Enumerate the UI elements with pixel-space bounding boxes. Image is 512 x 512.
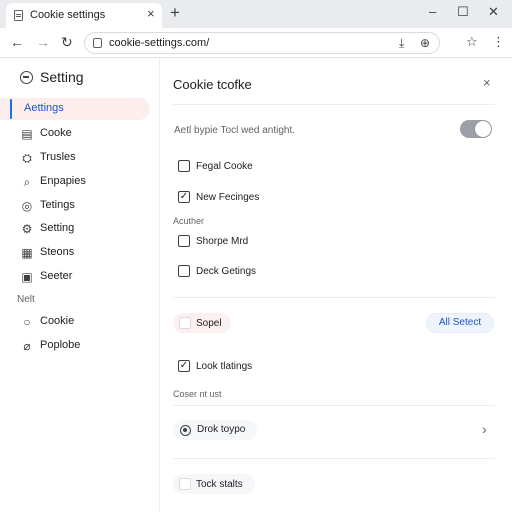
search-icon: ⌕ — [23, 175, 31, 189]
look-tlatings-checkbox[interactable]: ✓ — [178, 360, 190, 372]
site-info-icon[interactable] — [93, 38, 102, 48]
tab-strip: Cookie settings × + – ☐ ✕ — [0, 0, 512, 28]
trust-gear-icon: ⛭ — [22, 151, 32, 165]
back-arrow-icon[interactable]: ← — [10, 33, 24, 51]
drok-toypo-label: Drok toypo — [197, 424, 246, 435]
sopel-label: Sopel — [196, 318, 222, 329]
drok-toypo-radio[interactable] — [180, 425, 191, 436]
panel-title: Cookie tcofke — [173, 77, 252, 92]
sidebar-title: Setting — [40, 69, 84, 85]
deck-getings-checkbox[interactable] — [178, 265, 190, 277]
tab-cookie-settings[interactable]: Cookie settings × — [6, 3, 162, 28]
toggle-knob — [475, 121, 491, 137]
sidebar-item-label: Seeter — [40, 270, 73, 282]
close-window-icon[interactable]: ✕ — [488, 5, 499, 19]
deck-getings-label: Deck Getings — [196, 266, 257, 277]
circle-icon: ○ — [23, 315, 31, 329]
forward-arrow-icon[interactable]: → — [36, 33, 50, 51]
setting-description: Aetl bypie Tocl wed antight. — [174, 125, 296, 136]
divider — [173, 104, 495, 105]
minimize-icon[interactable]: – — [429, 5, 436, 19]
section-label-acuther: Acuther — [173, 216, 205, 226]
sidebar-item-trusles[interactable]: ⛭ Trusles — [0, 147, 150, 169]
sidebar-item-poplobe[interactable]: ⌀ Poplobe — [0, 335, 150, 357]
sidebar-item-steons[interactable]: ▦ Steons — [0, 242, 150, 264]
new-fecinges-checkbox[interactable]: ✓ — [178, 191, 190, 203]
sidebar-item-cookie[interactable]: ○ Cookie — [0, 311, 150, 333]
new-fecinges-label: New Fecinges — [196, 192, 260, 203]
sidebar-item-label: Setting — [40, 222, 75, 234]
browser-toolbar: ← → ↻ cookie-settings.com/ ⤓ ⊕ ☆ ⋮ — [0, 28, 512, 58]
sidebar-item-label: Aettings — [24, 102, 64, 114]
download-icon[interactable]: ⤓ — [399, 35, 404, 51]
gear-icon: ⚙ — [21, 222, 33, 236]
description-toggle[interactable] — [460, 120, 492, 138]
close-tab-icon[interactable]: × — [147, 7, 155, 21]
cookie-settings-panel: Cookie tcofke × Aetl bypie Tocl wed anti… — [161, 58, 512, 512]
new-tab-icon[interactable]: + — [170, 3, 180, 23]
maximize-icon[interactable]: ☐ — [457, 5, 469, 19]
tock-stalts-checkbox[interactable] — [179, 478, 191, 490]
cookie-list-icon: ▤ — [21, 127, 33, 141]
tock-stalts-row[interactable]: Tock stalts — [173, 474, 255, 494]
shorpe-mrd-label: Shorpe Mrd — [196, 236, 249, 247]
divider — [173, 297, 495, 298]
grid-icon: ▦ — [21, 246, 33, 260]
divider — [173, 458, 495, 459]
address-bar[interactable]: cookie-settings.com/ ⤓ ⊕ — [84, 32, 440, 54]
sidebar-item-label: Steons — [40, 246, 75, 258]
fegal-cooke-label: Fegal Cooke — [196, 161, 253, 172]
divider — [173, 405, 495, 406]
tab-title: Cookie settings — [30, 9, 106, 21]
close-icon[interactable]: × — [483, 75, 491, 91]
sidebar-item-aettings[interactable]: Aettings — [0, 98, 150, 120]
page-icon — [14, 10, 23, 21]
tock-stalts-label: Tock stalts — [196, 479, 243, 490]
popup-icon: ⌀ — [23, 339, 31, 353]
url-text[interactable]: cookie-settings.com/ — [109, 37, 209, 49]
sidebar-item-label: Cookie — [40, 315, 75, 327]
settings-logo-icon — [20, 71, 33, 84]
sopel-checkbox[interactable] — [179, 317, 191, 329]
fegal-cooke-checkbox[interactable] — [178, 160, 190, 172]
chevron-right-icon[interactable]: › — [482, 421, 487, 437]
sidebar-item-enpapies[interactable]: ⌕ Enpapies — [0, 171, 150, 193]
look-tlatings-label: Look tlatings — [196, 361, 253, 372]
menu-dots-icon[interactable]: ⋮ — [492, 34, 505, 50]
sidebar-item-tetings[interactable]: ◎ Tetings — [0, 195, 150, 217]
section-label-coser: Coser nt ust — [173, 389, 222, 399]
shorpe-mrd-checkbox[interactable] — [178, 235, 190, 247]
target-icon: ◎ — [21, 199, 33, 213]
extension-icon[interactable]: ⊕ — [420, 35, 430, 51]
sidebar-item-cooke[interactable]: ▤ Cooke — [0, 123, 150, 145]
sidebar-section-label: Nelt — [17, 294, 35, 305]
all-select-button[interactable]: All Setect — [426, 313, 494, 333]
sidebar-item-label: Trusles — [40, 151, 76, 163]
sopel-chip[interactable]: Sopel — [173, 313, 231, 333]
sidebar-item-label: Enpapies — [40, 175, 86, 187]
box-icon: ▣ — [21, 270, 33, 284]
sidebar-item-seeter[interactable]: ▣ Seeter — [0, 266, 150, 288]
reload-icon[interactable]: ↻ — [61, 33, 73, 51]
settings-sidebar: Setting Aettings ▤ Cooke ⛭ Trusles ⌕ Enp… — [0, 58, 160, 512]
sidebar-item-setting[interactable]: ⚙ Setting — [0, 218, 150, 240]
bookmark-star-icon[interactable]: ☆ — [466, 34, 478, 50]
sidebar-item-label: Tetings — [40, 199, 75, 211]
sidebar-item-label: Poplobe — [40, 339, 81, 351]
sidebar-item-label: Cooke — [40, 127, 72, 139]
